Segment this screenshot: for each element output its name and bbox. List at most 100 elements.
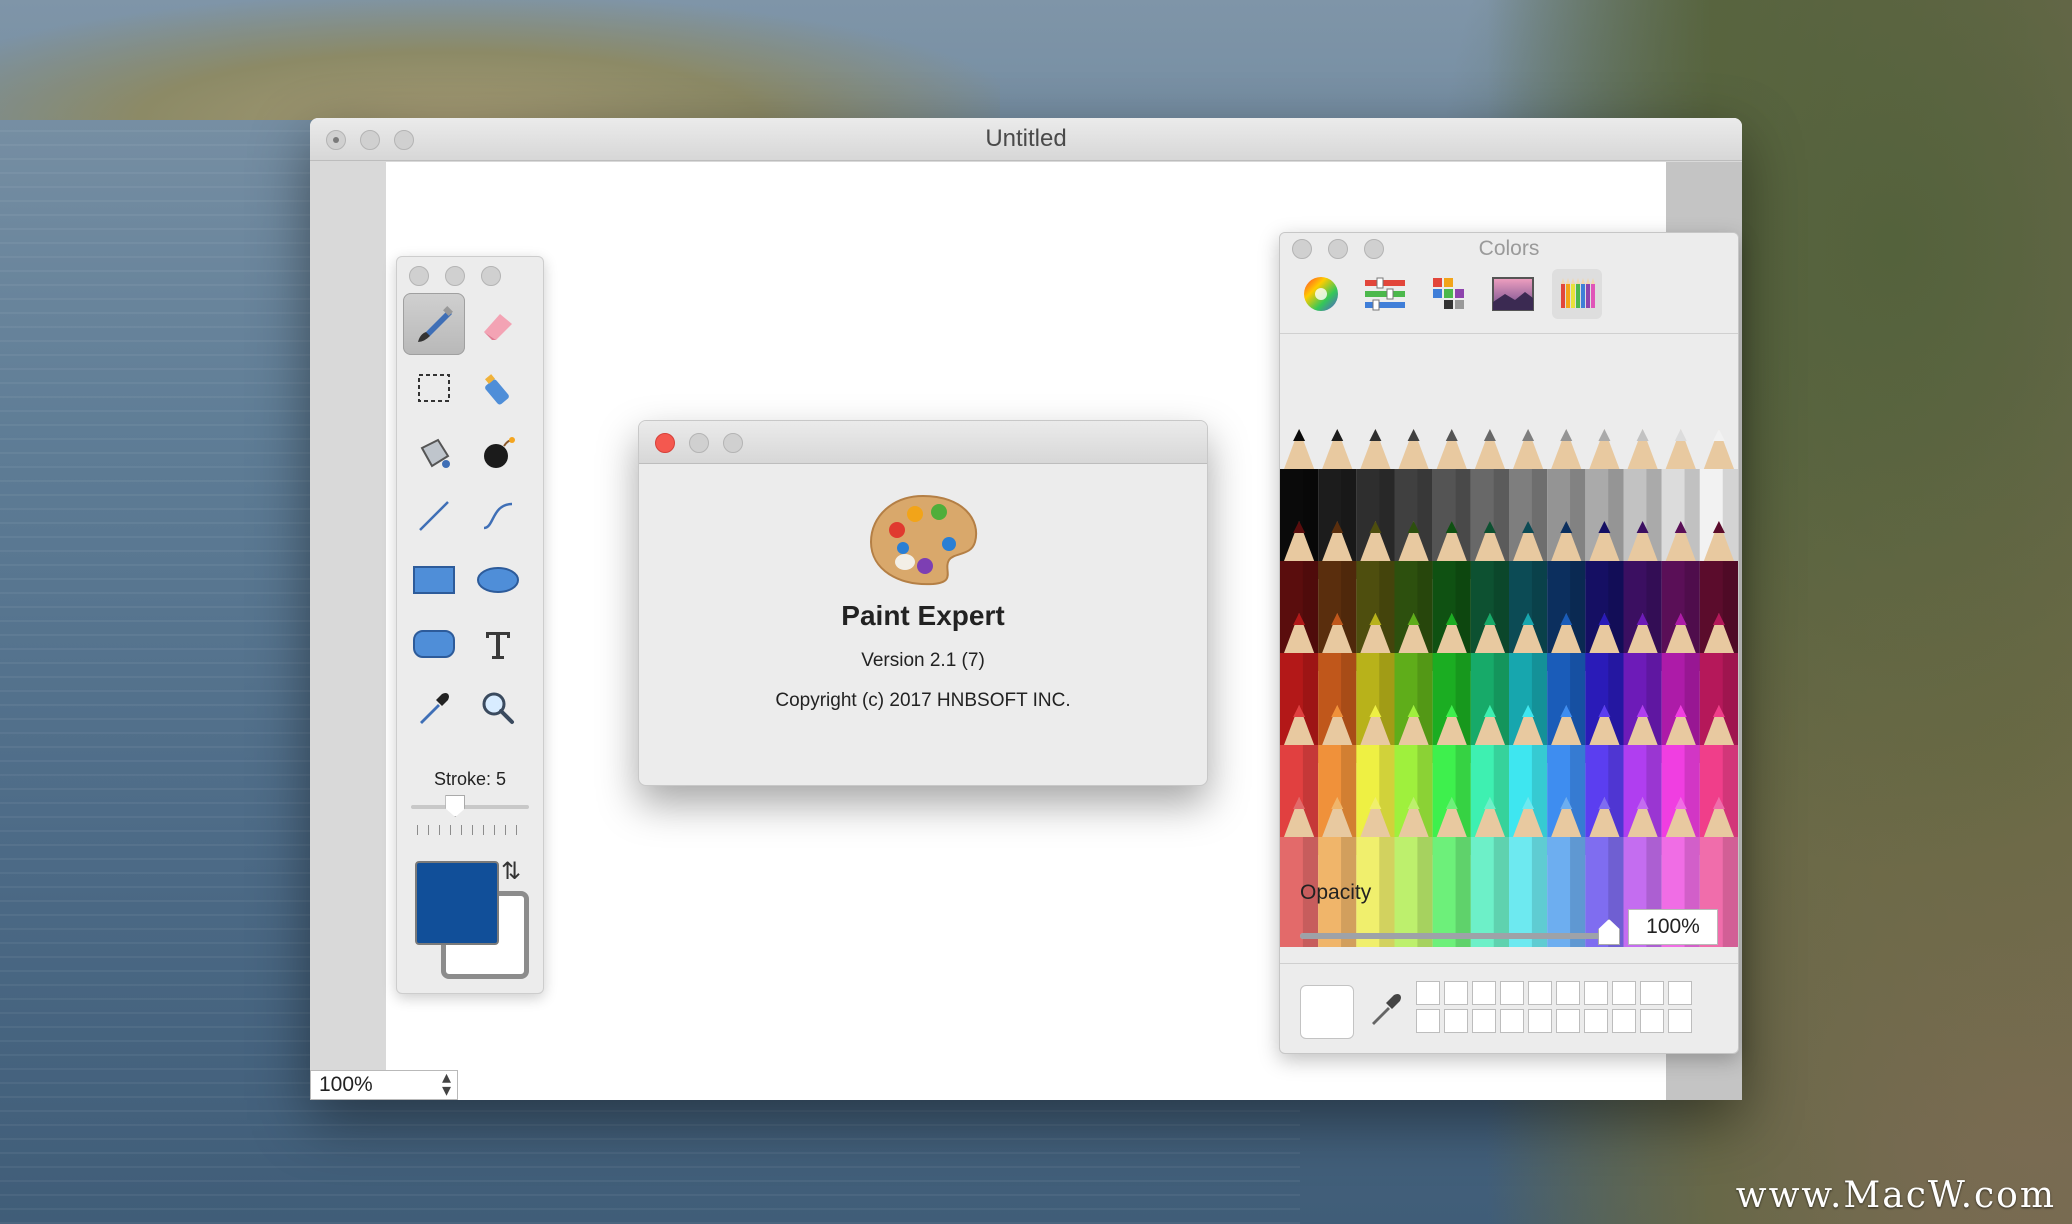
opacity-label: Opacity — [1300, 881, 1372, 904]
swatch-cell[interactable] — [1640, 981, 1664, 1005]
swatch-cell[interactable] — [1556, 1009, 1580, 1033]
tool-selection[interactable] — [403, 357, 465, 419]
palette-controls — [409, 266, 501, 286]
palettes-icon — [1433, 278, 1464, 309]
eraser-icon — [484, 314, 512, 340]
swatch-cell[interactable] — [1472, 1009, 1496, 1033]
swatch-cell[interactable] — [1444, 1009, 1468, 1033]
swatch-cell[interactable] — [1584, 1009, 1608, 1033]
colors-divider — [1280, 333, 1738, 334]
color-mode-tabs — [1296, 269, 1602, 319]
brush-icon — [418, 306, 453, 342]
tool-bomb[interactable] — [467, 421, 529, 483]
opacity-slider[interactable] — [1300, 919, 1620, 945]
swatch-cell[interactable] — [1528, 1009, 1552, 1033]
curve-icon — [483, 502, 513, 530]
paint-palette-icon — [869, 494, 978, 586]
about-close-button[interactable] — [655, 433, 675, 453]
swatch-cell[interactable] — [1584, 981, 1608, 1005]
eyedropper-icon — [420, 693, 449, 724]
tool-ellipse[interactable] — [467, 549, 529, 611]
about-dialog: Paint Expert Version 2.1 (7) Copyright (… — [638, 420, 1208, 786]
swatch-cell[interactable] — [1500, 1009, 1524, 1033]
tab-palettes[interactable] — [1424, 269, 1474, 319]
tools-palette: Stroke: 5 ⇅ — [396, 256, 544, 994]
tool-magnifier[interactable] — [467, 677, 529, 739]
palette-zoom-button[interactable] — [481, 266, 501, 286]
tool-brush[interactable] — [403, 293, 465, 355]
swatches-divider — [1280, 963, 1738, 964]
tool-spray[interactable] — [467, 357, 529, 419]
swatch-cell[interactable] — [1444, 981, 1468, 1005]
bucket-icon — [420, 438, 450, 468]
app-name: Paint Expert — [841, 600, 1005, 631]
colors-panel: Colors Opacity 100% — [1279, 232, 1739, 1054]
eyedropper-icon — [1372, 994, 1401, 1025]
rounded-rect-icon — [413, 630, 455, 658]
about-window-controls — [655, 433, 743, 453]
opacity-value-field[interactable]: 100% — [1628, 909, 1718, 945]
tool-eraser[interactable] — [467, 293, 529, 355]
palette-close-button[interactable] — [409, 266, 429, 286]
selection-icon — [418, 374, 450, 402]
tools-titlebar[interactable] — [397, 257, 543, 291]
foreground-color-well[interactable] — [415, 861, 499, 945]
app-version: Version 2.1 (7) — [861, 650, 985, 671]
tool-rectangle[interactable] — [403, 549, 465, 611]
swatch-cell[interactable] — [1640, 1009, 1664, 1033]
tool-line[interactable] — [403, 485, 465, 547]
image-icon — [1492, 277, 1534, 311]
swatch-cell[interactable] — [1472, 981, 1496, 1005]
hill-image — [0, 0, 1000, 120]
ellipse-icon — [477, 567, 519, 593]
zoom-stepper-icon[interactable]: ▴ ▾ — [442, 1068, 451, 1099]
tab-image[interactable] — [1488, 269, 1538, 319]
zoom-select[interactable]: 100% ▴ ▾ — [310, 1068, 458, 1100]
swatch-cell[interactable] — [1416, 981, 1440, 1005]
colors-titlebar[interactable]: Colors — [1280, 233, 1738, 263]
swatch-cell[interactable] — [1668, 981, 1692, 1005]
stroke-slider[interactable] — [411, 795, 529, 817]
color-wheel-icon — [1304, 277, 1338, 311]
swap-colors-icon[interactable]: ⇅ — [501, 857, 521, 886]
sliders-icon — [1365, 277, 1405, 311]
swatch-cell[interactable] — [1556, 981, 1580, 1005]
tool-curve[interactable] — [467, 485, 529, 547]
tool-eyedropper[interactable] — [403, 677, 465, 739]
app-copyright: Copyright (c) 2017 HNBSOFT INC. — [775, 690, 1071, 711]
swatch-cell[interactable] — [1528, 981, 1552, 1005]
stroke-ticks — [417, 825, 523, 835]
magnifier-icon — [482, 692, 514, 724]
swatch-cell[interactable] — [1668, 1009, 1692, 1033]
color-eyedropper-button[interactable] — [1366, 989, 1406, 1034]
tab-pencils[interactable] — [1552, 269, 1602, 319]
colors-title: Colors — [1478, 237, 1540, 260]
bomb-icon — [484, 437, 515, 468]
zoom-value: 100% — [319, 1073, 373, 1096]
tool-text[interactable] — [467, 613, 529, 675]
swatch-cell[interactable] — [1500, 981, 1524, 1005]
about-content: Paint Expert Version 2.1 (7) Copyright (… — [639, 490, 1207, 712]
about-zoom-button[interactable] — [723, 433, 743, 453]
custom-swatches — [1416, 981, 1692, 1033]
tool-bucket[interactable] — [403, 421, 465, 483]
rectangle-icon — [413, 566, 455, 594]
tab-sliders[interactable] — [1360, 269, 1410, 319]
tab-color-wheel[interactable] — [1296, 269, 1346, 319]
swatch-cell[interactable] — [1416, 1009, 1440, 1033]
pencils-icon — [1561, 278, 1595, 308]
about-minimize-button[interactable] — [689, 433, 709, 453]
tool-rounded-rect[interactable] — [403, 613, 465, 675]
main-titlebar[interactable]: Untitled — [310, 118, 1742, 161]
palette-minimize-button[interactable] — [445, 266, 465, 286]
swatch-cell[interactable] — [1612, 981, 1636, 1005]
spray-icon — [485, 374, 509, 405]
current-color-swatch[interactable] — [1300, 985, 1354, 1039]
pencils-color-picker[interactable] — [1280, 429, 1738, 1054]
about-titlebar[interactable] — [639, 421, 1207, 464]
text-icon — [486, 632, 510, 659]
opacity-slider-fill — [1300, 933, 1620, 939]
swatch-cell[interactable] — [1612, 1009, 1636, 1033]
stroke-label: Stroke: 5 — [433, 769, 507, 789]
line-icon — [419, 501, 449, 531]
